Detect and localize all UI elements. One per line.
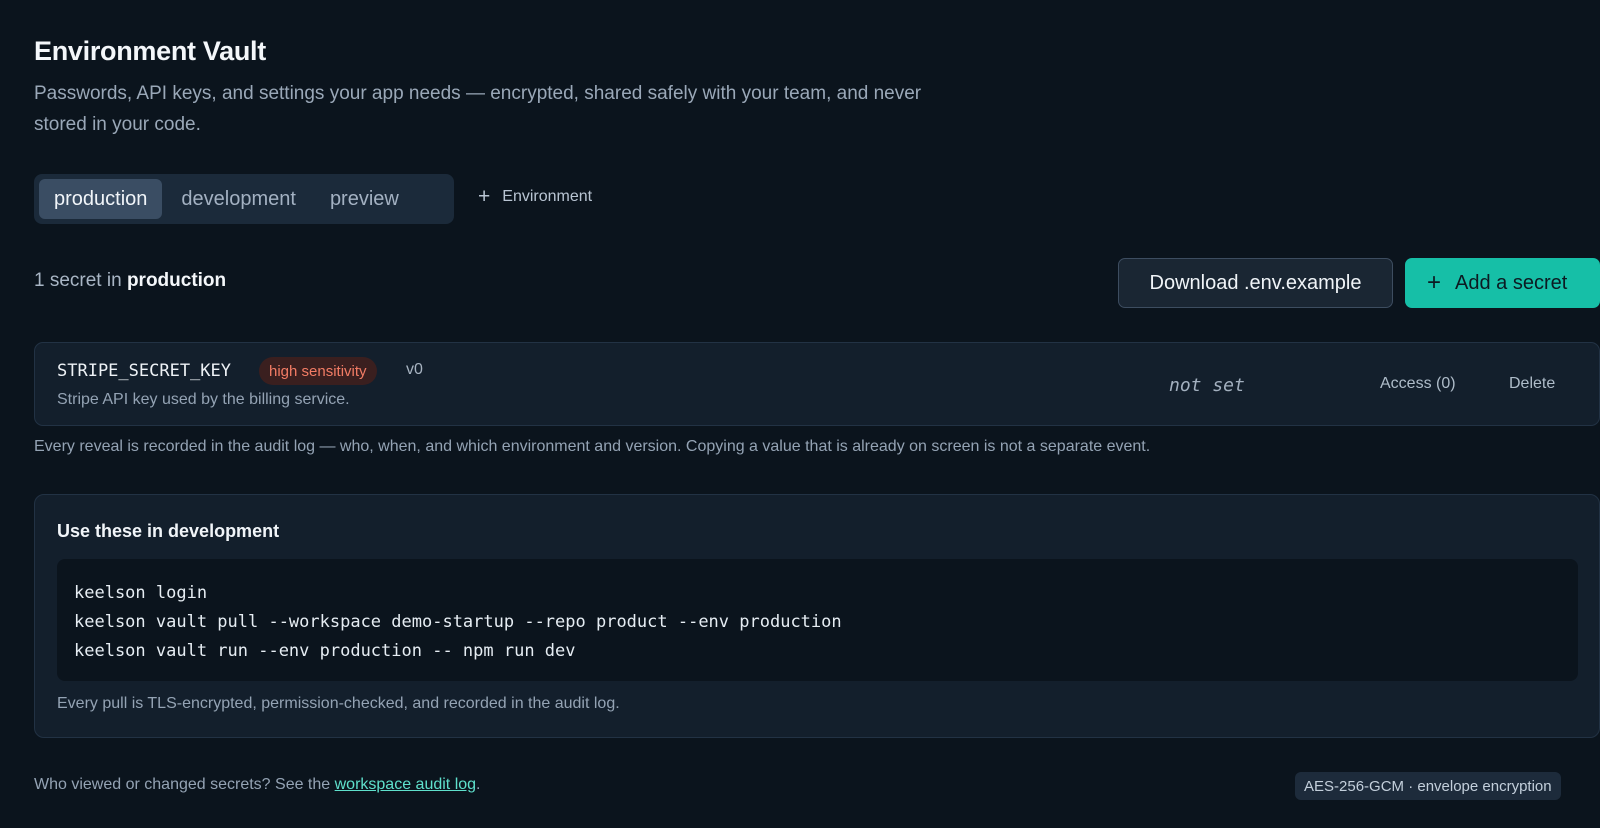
tab-preview[interactable]: preview (315, 179, 414, 219)
tab-development[interactable]: development (166, 179, 311, 219)
code-line: keelson vault run --env production -- np… (74, 641, 576, 661)
secret-version: v0 (406, 361, 423, 378)
footer-text: Who viewed or changed secrets? See the w… (34, 776, 481, 794)
access-button[interactable]: Access (0) (1380, 375, 1456, 393)
code-line: keelson vault pull --workspace demo-star… (74, 612, 842, 632)
code-block[interactable]: keelson login keelson vault pull --works… (57, 559, 1578, 681)
delete-button[interactable]: Delete (1509, 375, 1555, 393)
development-panel-title: Use these in development (57, 521, 280, 541)
page-subtitle: Passwords, API keys, and settings your a… (34, 83, 922, 135)
development-panel: Use these in development keelson login k… (34, 494, 1600, 738)
audit-note: Every reveal is recorded in the audit lo… (34, 438, 1151, 455)
encryption-badge: AES-256-GCM · envelope encryption (1295, 772, 1561, 800)
page-title: Environment Vault (34, 36, 266, 66)
environment-vault-page: Environment Vault Passwords, API keys, a… (0, 0, 1600, 828)
footer-prefix: Who viewed or changed secrets? See the (34, 776, 331, 793)
plus-icon: + (478, 185, 491, 208)
sensitivity-badge: high sensitivity (259, 357, 377, 385)
add-environment-label: Environment (502, 187, 593, 205)
tab-production[interactable]: production (39, 179, 163, 219)
secret-name: STRIPE_SECRET_KEY (57, 361, 231, 381)
add-secret-button[interactable]: + Add a secret (1405, 258, 1600, 308)
secret-count-environment: production (126, 270, 227, 291)
secret-count: 1 secret in production (34, 270, 226, 292)
footer-suffix: . (476, 776, 481, 793)
development-panel-note: Every pull is TLS-encrypted, permission-… (57, 695, 620, 712)
workspace-audit-log-link[interactable]: workspace audit log (335, 776, 476, 793)
plus-icon: + (1427, 269, 1442, 296)
secret-description: Stripe API key used by the billing servi… (57, 391, 350, 408)
add-environment-button[interactable]: + Environment (478, 186, 592, 207)
code-line: keelson login (74, 583, 208, 603)
secret-count-prefix: 1 secret in (34, 270, 122, 291)
download-env-example-button[interactable]: Download .env.example (1118, 258, 1393, 308)
add-secret-label: Add a secret (1455, 271, 1568, 294)
secret-row: STRIPE_SECRET_KEY high sensitivity v0 St… (34, 342, 1600, 426)
environment-tabs: production development preview (34, 174, 454, 224)
secret-value-status[interactable]: not set (1169, 375, 1245, 396)
